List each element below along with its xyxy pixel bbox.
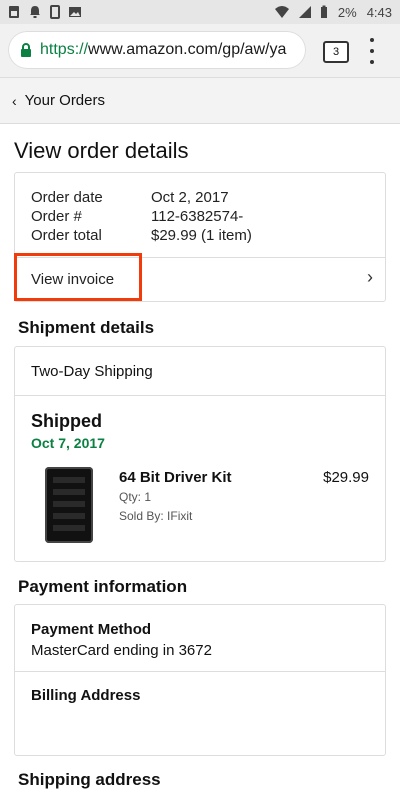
browser-toolbar: https://www.amazon.com/gp/aw/ya 3 xyxy=(0,24,400,78)
product-image-detail xyxy=(53,477,85,483)
product-name[interactable]: 64 Bit Driver Kit xyxy=(119,469,232,486)
chevron-left-icon: ‹ xyxy=(12,92,17,109)
device-icon xyxy=(50,5,60,19)
browser-menu-button[interactable] xyxy=(364,38,380,64)
menu-dot-icon xyxy=(370,38,374,42)
your-orders-label: Your Orders xyxy=(24,92,105,109)
url-rest: www.amazon.com/gp/aw/ya xyxy=(88,41,287,58)
status-bar: 2% 4:43 xyxy=(0,0,400,24)
divider xyxy=(15,671,385,672)
url-field[interactable]: https://www.amazon.com/gp/aw/ya xyxy=(8,31,306,69)
order-date-label: Order date xyxy=(31,189,103,206)
invoice-highlight-box xyxy=(14,253,142,301)
order-number-value: 112-6382574- xyxy=(151,208,244,225)
sim-card-icon xyxy=(9,6,19,18)
battery-percent: 2% xyxy=(337,4,357,20)
order-summary-card: Order date Oct 2, 2017 Order # 112-63825… xyxy=(14,172,386,302)
order-total-label: Order total xyxy=(31,227,102,244)
divider xyxy=(15,395,385,396)
payment-method-section: Payment Method MasterCard ending in 3672 xyxy=(31,621,212,659)
product-quantity: Qty: 1 xyxy=(119,490,152,504)
your-orders-link[interactable]: ‹ Your Orders xyxy=(0,78,400,124)
cellular-signal-icon xyxy=(298,6,311,18)
wifi-icon xyxy=(274,6,289,18)
payment-information-title: Payment information xyxy=(18,577,188,596)
notification-bell-icon xyxy=(30,6,40,18)
shipment-details-title: Shipment details xyxy=(18,318,155,337)
menu-dot-icon xyxy=(370,49,374,53)
billing-address-label: Billing Address xyxy=(31,687,141,704)
order-number-label: Order # xyxy=(31,208,82,225)
shipment-date: Oct 7, 2017 xyxy=(31,435,105,451)
shipment-status: Shipped xyxy=(31,411,102,431)
menu-dot-icon xyxy=(370,60,374,64)
tab-switcher-button[interactable]: 3 xyxy=(323,41,349,63)
billing-address-section: Billing Address xyxy=(31,687,140,708)
product-image[interactable] xyxy=(45,467,93,543)
order-number-row: Order # 112-6382574- xyxy=(31,208,252,227)
status-bar-right: 2% 4:43 xyxy=(274,5,392,20)
product-image-detail xyxy=(53,525,85,531)
product-image-detail xyxy=(53,501,85,507)
page-title: View order details xyxy=(14,138,189,163)
product-price: $29.99 xyxy=(323,469,369,486)
order-total-value: $29.99 (1 item) xyxy=(151,227,252,244)
url-scheme: https:// xyxy=(40,41,89,58)
product-image-detail xyxy=(53,489,85,495)
product-image-detail xyxy=(53,513,85,519)
tab-count: 3 xyxy=(332,46,340,58)
payment-card: Payment Method MasterCard ending in 3672… xyxy=(14,604,386,756)
image-icon xyxy=(69,7,81,17)
order-date-row: Order date Oct 2, 2017 xyxy=(31,189,252,208)
order-date-value: Oct 2, 2017 xyxy=(151,189,229,206)
view-invoice-row[interactable]: View invoice › xyxy=(14,253,385,302)
status-bar-left xyxy=(8,5,82,19)
lock-icon xyxy=(21,43,31,57)
product-seller: Sold By: IFixit xyxy=(119,509,193,523)
shipping-address-title: Shipping address xyxy=(18,770,161,789)
payment-method-value: MasterCard ending in 3672 xyxy=(31,642,212,659)
payment-method-label: Payment Method xyxy=(31,621,152,638)
shipping-method: Two-Day Shipping xyxy=(31,363,153,380)
order-summary: Order date Oct 2, 2017 Order # 112-63825… xyxy=(31,189,252,246)
chevron-right-icon: › xyxy=(367,267,373,287)
order-total-row: Order total $29.99 (1 item) xyxy=(31,227,252,246)
battery-icon xyxy=(320,5,327,18)
shipment-card: Two-Day Shipping Shipped Oct 7, 2017 64 … xyxy=(14,346,386,562)
url-text: https://www.amazon.com/gp/aw/ya xyxy=(40,41,286,59)
clock: 4:43 xyxy=(366,4,392,20)
